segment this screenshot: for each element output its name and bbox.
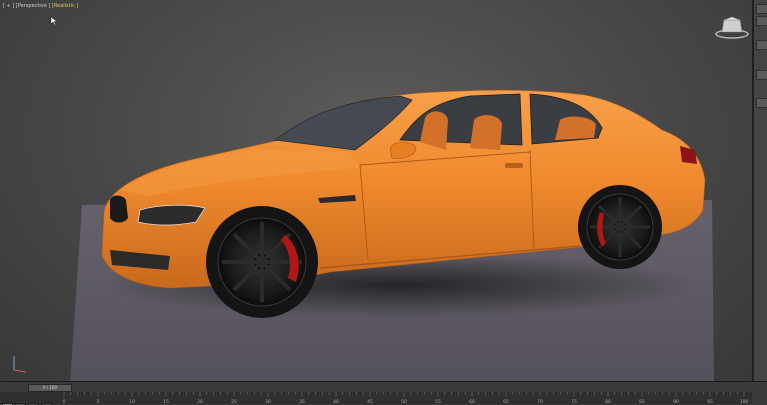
- timeline-tick-label: 90: [673, 399, 679, 404]
- viewport-scene: [13, 89, 714, 381]
- timeline-track[interactable]: 0 5 10 15 20 25 30 35 40 45 50 55 60 65 70 75 80 85 90 95 10…: [0, 392, 752, 405]
- timeline-tick-label: 75: [571, 399, 577, 404]
- timeline-tick-label: 100: [740, 399, 749, 404]
- timeline-tick-label: 95: [707, 399, 713, 404]
- timeline-tick-label: 20: [197, 399, 203, 404]
- timeline-tick-label: 25: [231, 399, 237, 404]
- panel-button[interactable]: [756, 16, 767, 26]
- timeline-tick-label: 10: [129, 399, 135, 404]
- panel-button[interactable]: [756, 70, 767, 80]
- car-seat-rear: [470, 115, 502, 150]
- car-door-handle: [505, 163, 523, 168]
- timeline-tick-label: 5: [97, 399, 100, 404]
- time-slider-text: 0 / 100: [42, 385, 58, 390]
- timeline-tick-label: 85: [639, 399, 645, 404]
- timeline-tick-label: 40: [333, 399, 339, 404]
- timeline-tick-label: 0: [63, 399, 66, 404]
- timeline-tick-label: 60: [469, 399, 475, 404]
- time-slider[interactable]: 0 / 100: [28, 384, 72, 392]
- timeline-tick-label: 80: [605, 399, 611, 404]
- viewport-label[interactable]: [ + ] [Perspective ] [Realistic ]: [3, 3, 78, 9]
- viewport-menu-label[interactable]: [ + ]: [3, 3, 14, 9]
- perspective-viewport[interactable]: [ + ] [Perspective ] [Realistic ]: [0, 0, 753, 381]
- timeline-tick-label: 50: [401, 399, 407, 404]
- front-wheel: [206, 206, 318, 318]
- timeline-bar: 0 / 100 0 5 10 15 20 25 30 35 40 45 50 55 60 65 70 75 80…: [0, 381, 767, 405]
- car-tail-light: [680, 146, 697, 164]
- car-headlight: [137, 204, 206, 226]
- timeline-tick-label: 55: [435, 399, 441, 404]
- viewport-shading-label[interactable]: [Realistic ]: [52, 3, 78, 9]
- viewcube-icon[interactable]: [714, 14, 750, 40]
- timeline-tick-label: 45: [367, 399, 373, 404]
- axis-gizmo-icon: [13, 356, 27, 373]
- panel-button[interactable]: [756, 98, 767, 108]
- timeline-tick-label: 30: [265, 399, 271, 404]
- viewport-view-label[interactable]: [Perspective ]: [16, 3, 50, 9]
- timeline-tick-label: 65: [503, 399, 509, 404]
- panel-button[interactable]: [756, 40, 767, 50]
- rear-wheel: [578, 185, 662, 269]
- timeline-ruler[interactable]: 0 5 10 15 20 25 30 35 40 45 50 55 60 65 70 75 80 85 90 95 10…: [60, 392, 750, 404]
- car-grille: [110, 195, 128, 223]
- car-seat-back: [555, 116, 596, 140]
- timeline-tick-label: 70: [537, 399, 543, 404]
- mouse-cursor-icon: [50, 16, 58, 26]
- timeline-tick-label: 35: [299, 399, 305, 404]
- command-panel-strip[interactable]: [753, 0, 767, 381]
- max-application: [ + ] [Perspective ] [Realistic ] 0 / 10…: [0, 0, 767, 405]
- timeline-tick-label: 15: [163, 399, 169, 404]
- panel-button[interactable]: [756, 4, 767, 14]
